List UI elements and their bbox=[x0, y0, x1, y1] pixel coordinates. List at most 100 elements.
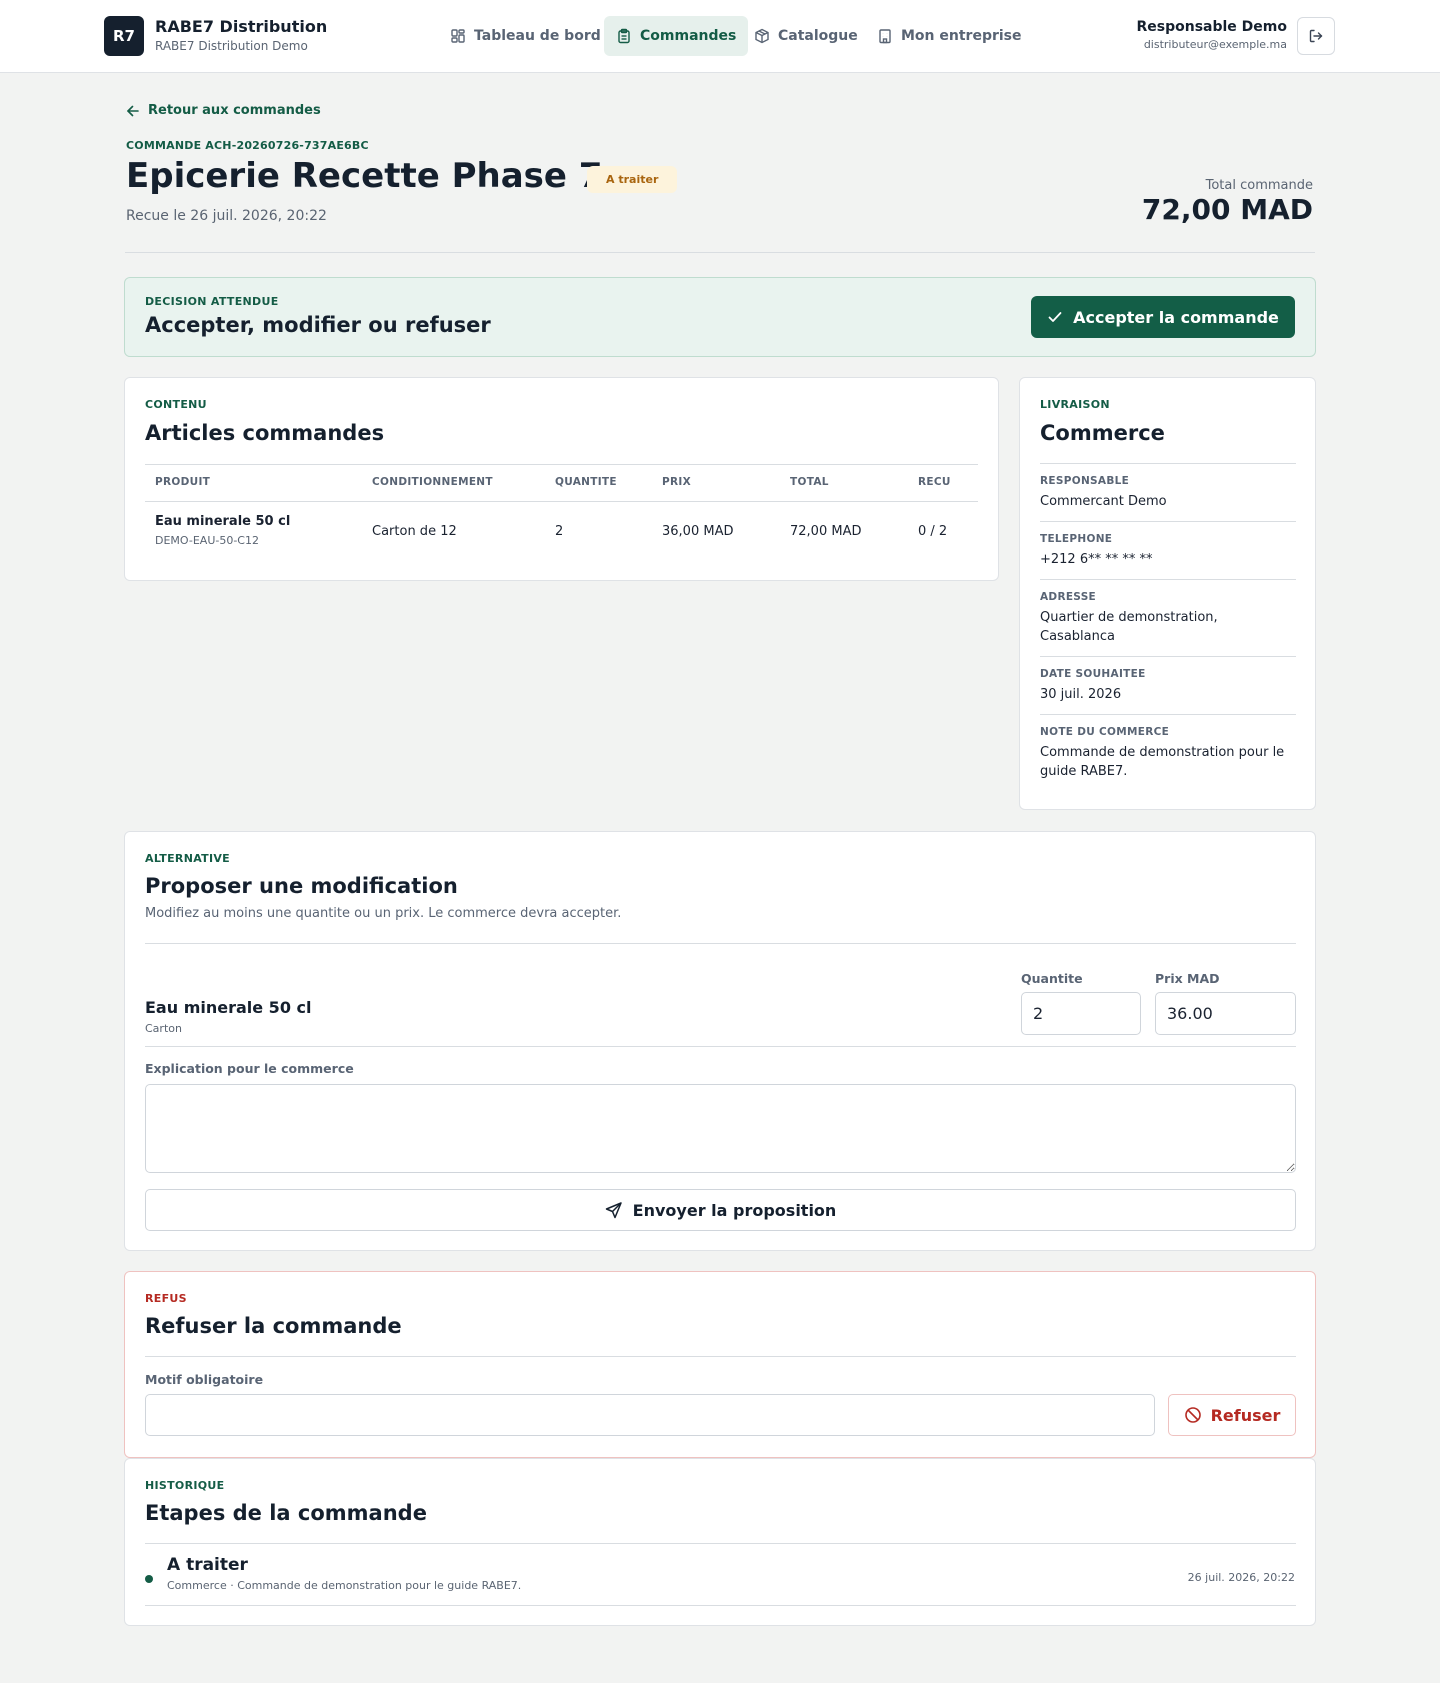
page-title: Epicerie Recette Phase 7 bbox=[126, 156, 603, 196]
step-title: A traiter bbox=[167, 1555, 248, 1575]
ban-icon bbox=[1184, 1407, 1201, 1423]
divider bbox=[1040, 714, 1296, 715]
cell-packaging: Carton de 12 bbox=[372, 524, 457, 539]
livraison-card: LIVRAISON Commerce RESPONSABLE Commercan… bbox=[1019, 377, 1316, 810]
building-icon bbox=[879, 29, 891, 44]
cell-total: 72,00 MAD bbox=[790, 524, 862, 539]
divider bbox=[125, 252, 1315, 253]
cell-sku: DEMO-EAU-50-C12 bbox=[155, 534, 259, 547]
divider bbox=[145, 943, 1296, 944]
modification-unit: Carton bbox=[145, 1022, 182, 1035]
divider bbox=[1040, 463, 1296, 464]
nav-mon-entreprise[interactable]: Mon entreprise bbox=[865, 16, 1034, 56]
nav-label: Commandes bbox=[640, 28, 737, 44]
column-header-quantite: QUANTITE bbox=[555, 476, 617, 488]
telephone-label: TELEPHONE bbox=[1040, 533, 1113, 545]
refuse-button[interactable]: Refuser bbox=[1168, 1394, 1296, 1436]
nav-catalogue[interactable]: Catalogue bbox=[742, 16, 870, 56]
arrow-left-icon bbox=[127, 105, 139, 116]
cell-price: 36,00 MAD bbox=[662, 524, 734, 539]
historique-title: Etapes de la commande bbox=[145, 1501, 427, 1525]
step-dot bbox=[145, 1575, 153, 1583]
refuse-label: Refuser bbox=[1210, 1405, 1281, 1425]
nav-commandes[interactable]: Commandes bbox=[604, 16, 749, 56]
accept-order-button[interactable]: Accepter la commande bbox=[1031, 296, 1295, 338]
nav-tableau-de-bord[interactable]: Tableau de bord bbox=[438, 16, 613, 56]
table-divider bbox=[145, 501, 978, 502]
modification-product: Eau minerale 50 cl bbox=[145, 998, 312, 1017]
nav-label: Catalogue bbox=[778, 28, 858, 44]
divider bbox=[145, 1356, 1296, 1357]
received-date: Recue le 26 juil. 2026, 20:22 bbox=[126, 208, 327, 224]
column-header-recu: RECU bbox=[918, 476, 951, 488]
livraison-eyebrow: LIVRAISON bbox=[1040, 398, 1110, 411]
divider bbox=[1040, 521, 1296, 522]
brand-name: RABE7 Distribution bbox=[155, 17, 328, 36]
quantity-label: Quantite bbox=[1021, 971, 1083, 986]
telephone-value: +212 6** ** ** ** bbox=[1040, 552, 1153, 567]
column-header-prix: PRIX bbox=[662, 476, 691, 488]
divider bbox=[1040, 656, 1296, 657]
clipboard-icon bbox=[618, 28, 630, 44]
order-total-value: 72,00 MAD bbox=[1141, 193, 1313, 226]
date-souhaitee-label: DATE SOUHAITEE bbox=[1040, 668, 1146, 680]
quantity-input[interactable] bbox=[1021, 992, 1141, 1035]
back-label: Retour aux commandes bbox=[148, 103, 321, 118]
responsable-value: Commercant Demo bbox=[1040, 494, 1167, 509]
date-souhaitee-value: 30 juil. 2026 bbox=[1040, 687, 1122, 702]
refusal-card: REFUS Refuser la commande Motif obligato… bbox=[124, 1271, 1316, 1458]
column-header-conditionnement: CONDITIONNEMENT bbox=[372, 476, 493, 488]
explanation-textarea[interactable] bbox=[145, 1084, 1296, 1173]
decision-title: Accepter, modifier ou refuser bbox=[145, 313, 491, 337]
articles-eyebrow: CONTENU bbox=[145, 398, 207, 411]
livraison-title: Commerce bbox=[1040, 421, 1165, 445]
decision-banner: DECISION ATTENDUE Accepter, modifier ou … bbox=[124, 277, 1316, 357]
order-total-label: Total commande bbox=[1205, 178, 1313, 193]
order-reference: COMMANDE ACH-20260726-737AE6BC bbox=[126, 139, 369, 152]
dashboard-icon bbox=[451, 29, 465, 43]
check-icon bbox=[1048, 312, 1062, 322]
cell-quantity: 2 bbox=[555, 524, 564, 539]
price-label: Prix MAD bbox=[1155, 971, 1220, 986]
decision-eyebrow: DECISION ATTENDUE bbox=[145, 295, 279, 308]
send-proposal-button[interactable]: Envoyer la proposition bbox=[145, 1189, 1296, 1231]
divider bbox=[1040, 579, 1296, 580]
responsable-label: RESPONSABLE bbox=[1040, 475, 1130, 487]
brand-logo[interactable]: R7 bbox=[104, 16, 144, 56]
logout-button[interactable] bbox=[1297, 17, 1335, 55]
reason-label: Motif obligatoire bbox=[145, 1372, 264, 1387]
refusal-reason-input[interactable] bbox=[145, 1394, 1155, 1436]
modification-card: ALTERNATIVE Proposer une modification Mo… bbox=[124, 831, 1316, 1251]
logout-icon bbox=[1309, 29, 1323, 43]
accept-label: Accepter la commande bbox=[1073, 307, 1279, 327]
historique-eyebrow: HISTORIQUE bbox=[145, 1479, 225, 1492]
refus-eyebrow: REFUS bbox=[145, 1292, 187, 1305]
nav-label: Tableau de bord bbox=[474, 28, 601, 44]
package-icon bbox=[755, 28, 769, 44]
status-badge: A traiter bbox=[587, 166, 678, 193]
user-email: distributeur@exemple.ma bbox=[1143, 38, 1287, 51]
adresse-value: Quartier de demonstration, Casablanca bbox=[1040, 610, 1218, 644]
explanation-label: Explication pour le commerce bbox=[145, 1061, 354, 1076]
note-value: Commande de demonstration pour le guide … bbox=[1040, 745, 1285, 779]
articles-title: Articles commandes bbox=[145, 421, 385, 445]
user-name: Responsable Demo bbox=[1136, 19, 1287, 35]
step-description: Commerce · Commande de demonstration pou… bbox=[167, 1579, 522, 1592]
alternative-description: Modifiez au moins une quantite ou un pri… bbox=[145, 906, 622, 921]
back-to-orders-link[interactable]: Retour aux commandes bbox=[126, 103, 321, 118]
refus-title: Refuser la commande bbox=[145, 1314, 402, 1338]
cell-product: Eau minerale 50 cl bbox=[155, 514, 291, 529]
note-label: NOTE DU COMMERCE bbox=[1040, 726, 1170, 738]
alternative-title: Proposer une modification bbox=[145, 874, 458, 898]
step-date: 26 juil. 2026, 20:22 bbox=[1187, 1571, 1295, 1584]
send-icon bbox=[605, 1202, 622, 1219]
history-card: HISTORIQUE Etapes de la commande A trait… bbox=[124, 1458, 1316, 1626]
nav-label: Mon entreprise bbox=[901, 28, 1022, 44]
price-input[interactable] bbox=[1155, 992, 1296, 1035]
brand-subtitle: RABE7 Distribution Demo bbox=[155, 39, 308, 53]
cell-received: 0 / 2 bbox=[918, 524, 948, 539]
divider bbox=[145, 1605, 1296, 1606]
column-header-total: TOTAL bbox=[790, 476, 829, 488]
column-header-produit: PRODUIT bbox=[155, 476, 211, 488]
divider bbox=[145, 1543, 1296, 1544]
